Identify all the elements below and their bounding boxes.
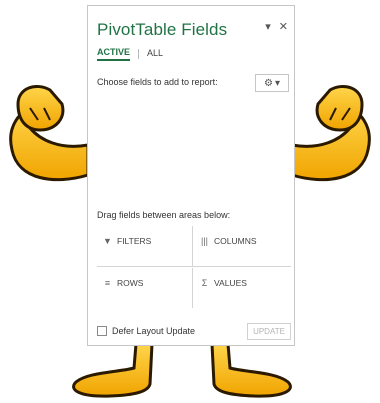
defer-layout-update-checkbox[interactable] [97,326,107,336]
values-area[interactable]: Σ VALUES [194,268,290,308]
gear-icon: ⚙ [264,77,273,89]
columns-icon: ||| [200,236,208,246]
tab-active[interactable]: ACTIVE [97,47,131,61]
area-divider [97,266,291,267]
left-arm [9,85,90,182]
filter-icon: ▼ [103,236,112,246]
update-button[interactable]: UPDATE [247,323,291,340]
columns-area[interactable]: ||| COLUMNS [194,226,290,266]
layout-areas: ▼ FILTERS ||| COLUMNS ≡ ROWS Σ VALUES [97,226,291,308]
defer-layout-update-label[interactable]: Defer Layout Update [112,326,195,336]
close-icon[interactable]: ✕ [279,20,288,33]
right-leg [210,342,292,398]
choose-fields-row: Choose fields to add to report: ⚙ ▾ [97,74,289,94]
filters-area[interactable]: ▼ FILTERS [97,226,193,266]
rows-area[interactable]: ≡ ROWS [97,268,193,308]
tab-separator [138,49,140,59]
drag-fields-label: Drag fields between areas below: [97,210,231,220]
columns-label: COLUMNS [214,236,257,246]
field-tabs: ACTIVE ALL [97,47,163,61]
bottom-row: Defer Layout Update UPDATE [97,323,291,341]
rows-label: ROWS [117,278,144,288]
tools-button[interactable]: ⚙ ▾ [255,74,289,92]
choose-fields-label: Choose fields to add to report: [97,77,218,87]
task-pane-options-icon[interactable]: ▾ [265,20,271,33]
values-label: VALUES [214,278,247,288]
sigma-icon: Σ [201,278,208,288]
filters-label: FILTERS [117,236,152,246]
right-arm [290,85,371,182]
tab-all[interactable]: ALL [147,48,163,60]
left-leg [72,342,154,398]
pivottable-fields-pane: PivotTable Fields ▾ ✕ ACTIVE ALL Choose … [87,5,295,346]
rows-icon: ≡ [104,278,111,288]
pane-title: PivotTable Fields [97,20,228,39]
pane-controls: ▾ ✕ [260,20,288,33]
field-list[interactable] [97,98,289,196]
chevron-down-icon: ▾ [274,77,280,89]
